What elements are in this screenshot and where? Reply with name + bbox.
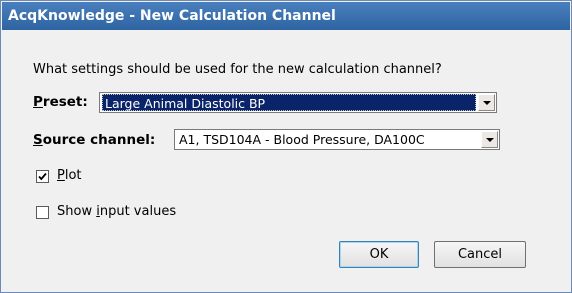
chevron-down-icon[interactable] (478, 94, 495, 111)
preset-dropdown-value: Large Animal Diastolic BP (102, 94, 476, 111)
dialog-window: AcqKnowledge - New Calculation Channel W… (0, 0, 572, 293)
plot-label-accelerator: P (57, 168, 65, 183)
show-input-values-label-text: nput values (99, 204, 177, 219)
ok-button[interactable]: OK (339, 241, 419, 268)
source-channel-label-accelerator: S (33, 132, 43, 148)
preset-dropdown[interactable]: Large Animal Diastolic BP (99, 92, 497, 113)
show-input-values-label-prefix: Show (57, 204, 97, 219)
show-input-values-label[interactable]: Show input values (57, 204, 176, 219)
preset-label-text: reset: (42, 94, 88, 110)
show-input-values-checkbox[interactable] (36, 206, 49, 219)
preset-label-accelerator: P (33, 94, 43, 110)
preset-label: Preset: (33, 94, 88, 110)
dialog-prompt: What settings should be used for the new… (33, 62, 442, 77)
chevron-down-icon[interactable] (481, 131, 498, 148)
cancel-button[interactable]: Cancel (434, 241, 526, 268)
source-channel-dropdown-value: A1, TSD104A - Blood Pressure, DA100C (179, 132, 425, 147)
checkmark-icon (38, 172, 47, 181)
title-bar[interactable]: AcqKnowledge - New Calculation Channel (2, 2, 570, 30)
plot-checkbox[interactable] (36, 170, 49, 183)
source-channel-label: Source channel: (33, 132, 155, 148)
source-channel-dropdown[interactable]: A1, TSD104A - Blood Pressure, DA100C (174, 129, 500, 150)
window-title: AcqKnowledge - New Calculation Channel (8, 8, 336, 24)
plot-label-text: lot (64, 168, 82, 183)
plot-checkbox-label[interactable]: Plot (57, 168, 82, 183)
source-channel-label-text: ource channel: (42, 132, 156, 148)
